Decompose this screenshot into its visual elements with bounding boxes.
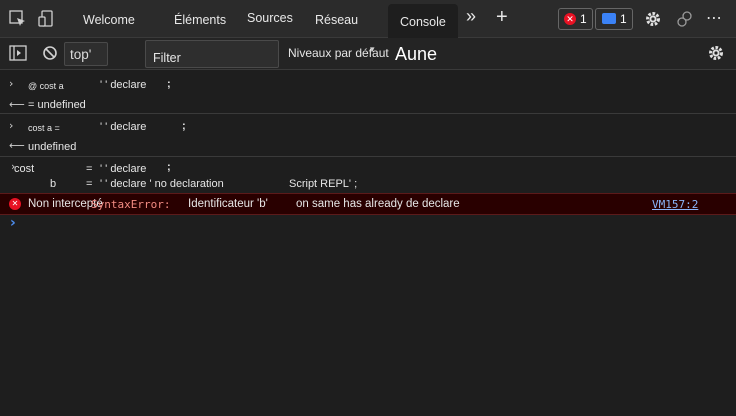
message-divider — [0, 156, 736, 157]
inspect-element-icon[interactable] — [9, 10, 27, 28]
console-prompt[interactable]: › — [10, 215, 16, 231]
console-code-line: = — [86, 178, 93, 190]
error-icon: ✕ — [564, 13, 576, 25]
add-tab-button[interactable]: + — [496, 0, 508, 35]
filter-placeholder: Filter — [153, 51, 181, 65]
tab-elements[interactable]: Éléments — [174, 0, 226, 38]
input-chevron-icon: › — [9, 77, 14, 90]
console-code-line: ' ' declare ' no declaration — [100, 178, 224, 190]
console-input-line: @ cost a — [28, 81, 64, 91]
more-options-icon[interactable]: ⋯ — [706, 8, 723, 27]
settings-gear-icon[interactable] — [644, 10, 662, 28]
console-input-semicolon: ; — [167, 78, 171, 90]
message-count-badge[interactable]: 1 — [595, 8, 633, 30]
tab-console[interactable]: Console — [388, 4, 458, 38]
tab-network[interactable]: Réseau — [315, 0, 358, 38]
log-levels-caret-icon: ▾ — [370, 45, 375, 55]
toggle-sidebar-icon[interactable] — [9, 45, 27, 61]
console-code-line: Script REPL' ; — [289, 178, 358, 190]
error-count: 1 — [580, 12, 587, 26]
device-emulation-icon[interactable] — [38, 9, 58, 29]
result-arrow-icon: ⟵ — [9, 98, 25, 111]
console-result: undefined — [28, 141, 77, 153]
console-code-line: ' ' declare — [100, 163, 147, 175]
console-input-semicolon: ; — [182, 120, 186, 132]
filter-input[interactable]: Filter — [145, 40, 279, 68]
error-type: SyntaxError: — [91, 198, 171, 211]
result-arrow-icon: ⟵ — [9, 139, 25, 152]
console-code-line: cost — [14, 163, 35, 175]
console-code-line: ; — [167, 161, 171, 173]
error-source-link[interactable]: VM157:2 — [652, 198, 698, 211]
issues-label[interactable]: Aune — [395, 44, 437, 65]
message-icon — [602, 13, 616, 24]
error-message-row: ✕ Non intercepté SyntaxError: Identifica… — [0, 193, 736, 215]
message-divider — [0, 113, 736, 114]
context-selector[interactable]: top' — [64, 42, 108, 66]
input-chevron-icon: › — [9, 119, 14, 132]
error-count-badge[interactable]: ✕ 1 — [558, 8, 593, 30]
context-value: top' — [70, 47, 92, 62]
console-output: › @ cost a ' ' declare ; ⟵ = undefined ›… — [0, 71, 736, 416]
console-code-line: = — [86, 163, 93, 175]
clear-console-icon[interactable] — [42, 45, 58, 61]
error-message: Identificateur 'b' — [188, 198, 268, 210]
tab-welcome[interactable]: Welcome — [83, 0, 135, 38]
console-input-line: cost a = — [28, 123, 60, 133]
console-settings-gear-icon[interactable] — [707, 44, 725, 62]
error-circle-icon: ✕ — [9, 198, 21, 210]
console-code-line: b — [50, 178, 57, 190]
tab-sources[interactable]: Sources — [247, 0, 293, 36]
connected-devices-icon[interactable] — [675, 9, 695, 29]
console-input-string: ' ' declare — [100, 79, 147, 91]
error-message: on same has already de declare — [296, 198, 460, 210]
more-tabs-button[interactable]: » — [466, 0, 476, 34]
console-input-string: ' ' declare — [100, 121, 147, 133]
message-count: 1 — [620, 12, 627, 26]
console-toolbar: top' Filter Niveaux par défaut ▾ Aune — [0, 38, 736, 70]
console-result: = undefined — [28, 99, 86, 111]
devtools-tab-bar: Welcome Éléments Sources Réseau Console … — [0, 0, 736, 38]
